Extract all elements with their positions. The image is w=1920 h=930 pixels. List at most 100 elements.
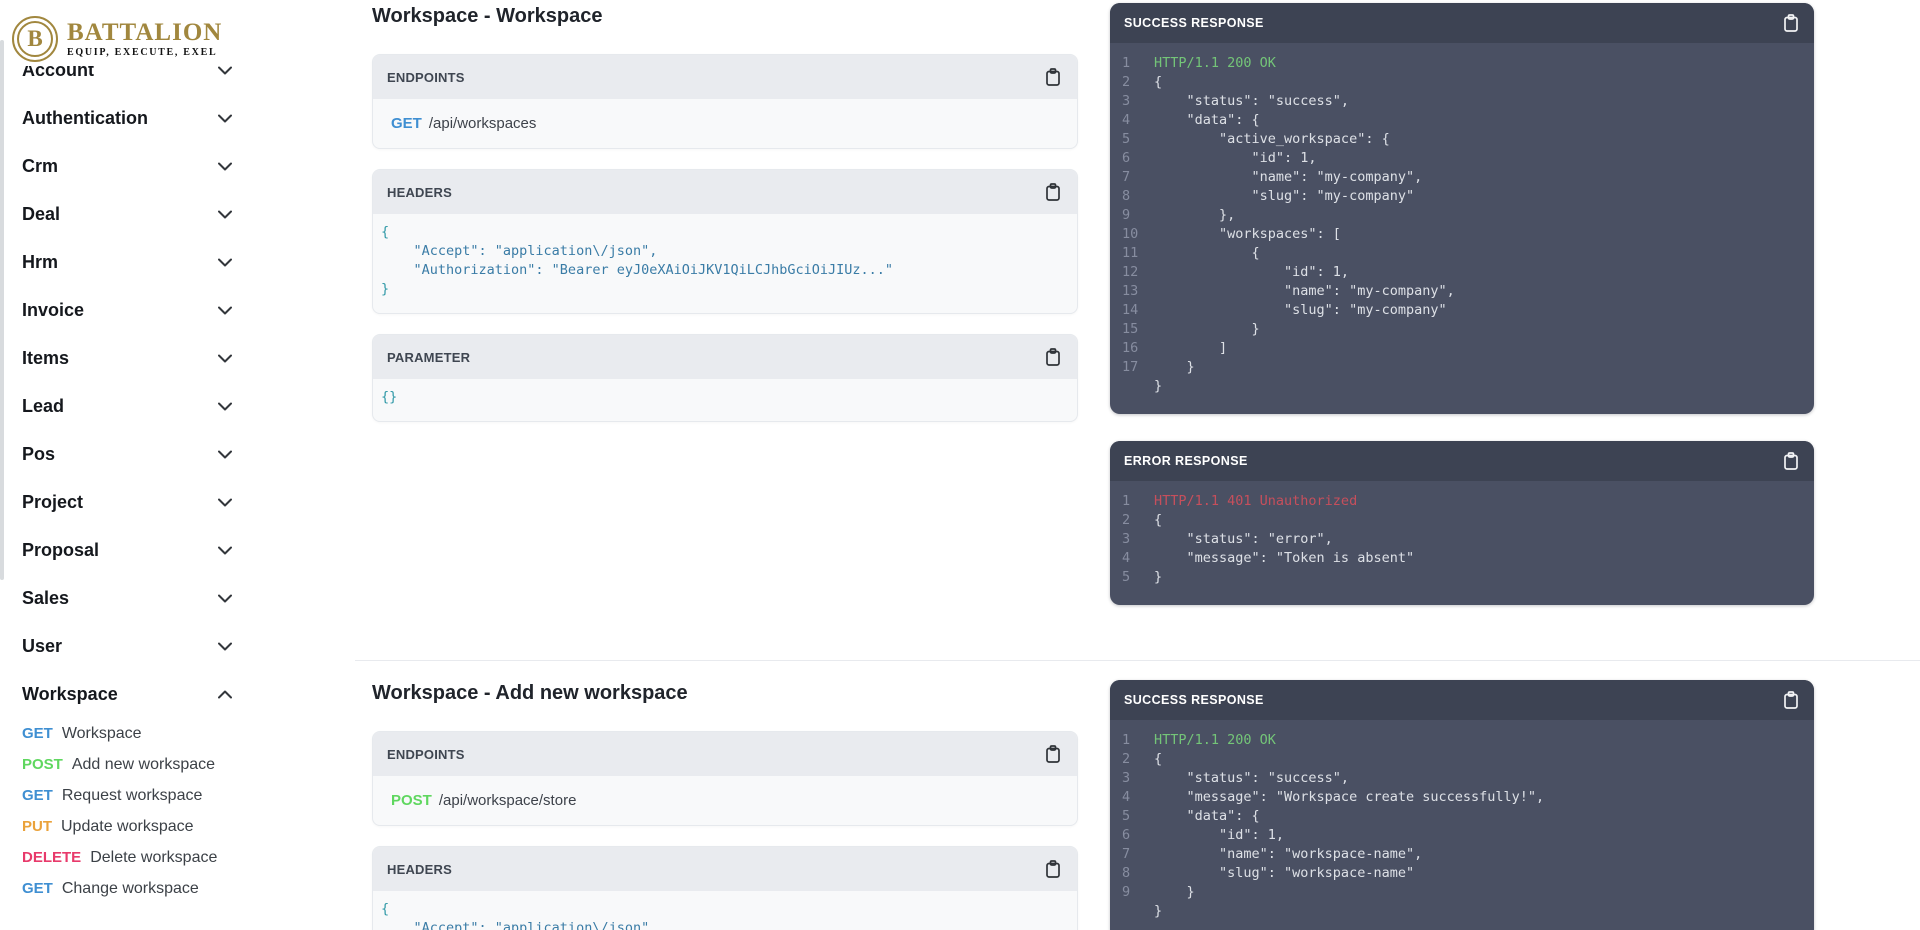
line-number: 2 (1122, 750, 1154, 769)
brand-tagline: EQUIP, EXECUTE, EXEL (67, 47, 222, 58)
line-number: 9 (1122, 883, 1154, 902)
sidebar-category[interactable]: User (0, 622, 252, 670)
sidebar-category[interactable]: Workspace (0, 670, 252, 718)
code-line: 4 "message": "Token is absent" (1122, 549, 1800, 568)
sidebar-category-label: Sales (22, 588, 69, 609)
brand-name: BATTALION (67, 20, 222, 46)
sidebar-category[interactable]: Pos (0, 430, 252, 478)
sidebar-category[interactable]: Deal (0, 190, 252, 238)
sidebar-endpoint-item[interactable]: POST Add new workspace (0, 749, 252, 780)
chevron-down-icon (218, 546, 232, 555)
code-line: 8 "slug": "my-company" (1122, 187, 1800, 206)
code-line: 6 "id": 1, (1122, 826, 1800, 845)
code-line: 13 "name": "my-company", (1122, 282, 1800, 301)
chevron-up-icon (218, 690, 232, 699)
app-logo[interactable]: B BATTALION EQUIP, EXECUTE, EXEL (0, 0, 252, 66)
copy-button[interactable] (1045, 348, 1061, 366)
clipboard-icon (1045, 860, 1061, 878)
copy-button[interactable] (1045, 745, 1061, 763)
code-text: "message": "Token is absent" (1154, 549, 1414, 568)
sidebar-category[interactable]: Items (0, 334, 252, 382)
sidebar-category-label: Pos (22, 444, 55, 465)
code-text: "message": "Workspace create successfull… (1154, 788, 1544, 807)
line-number: 11 (1122, 244, 1154, 263)
logo-badge-icon: B (12, 16, 58, 62)
sidebar-category[interactable]: Crm (0, 142, 252, 190)
card-body: POST/api/workspace/store (373, 776, 1077, 825)
code-line: { (381, 900, 1067, 919)
code-text: "name": "my-company", (1154, 282, 1455, 301)
sidebar-category[interactable]: Hrm (0, 238, 252, 286)
line-number: 4 (1122, 788, 1154, 807)
copy-button[interactable] (1783, 14, 1799, 32)
line-number: 7 (1122, 845, 1154, 864)
doc-card: ENDPOINTS GET/api/workspaces (372, 54, 1078, 149)
code-line: {} (381, 388, 1067, 407)
http-method-badge: PUT (22, 818, 52, 835)
chevron-down-icon (218, 402, 232, 411)
code-line: 2{ (1122, 73, 1800, 92)
sidebar-endpoint-item[interactable]: PUT Update workspace (0, 811, 252, 842)
code-text: "name": "workspace-name", (1154, 845, 1422, 864)
sidebar-scrollbar[interactable] (0, 40, 4, 580)
line-number: 10 (1122, 225, 1154, 244)
sidebar-endpoint-item[interactable]: GET Request workspace (0, 780, 252, 811)
sidebar-category[interactable]: Sales (0, 574, 252, 622)
sidebar-endpoint-item[interactable]: GET Change workspace (0, 873, 252, 904)
line-number: 1 (1122, 54, 1154, 73)
sidebar-category-label: Hrm (22, 252, 58, 273)
card-title: ENDPOINTS (387, 70, 465, 85)
copy-button[interactable] (1783, 691, 1799, 709)
code-text: { (1154, 244, 1260, 263)
sidebar-category[interactable]: Invoice (0, 286, 252, 334)
code-text: } (1154, 902, 1162, 921)
chevron-down-icon (218, 594, 232, 603)
response-code: 1HTTP/1.1 200 OK2{3 "status": "success",… (1110, 720, 1814, 930)
http-method-badge: POST (22, 756, 63, 773)
sidebar-category[interactable]: Authentication (0, 94, 252, 142)
chevron-down-icon (218, 354, 232, 363)
clipboard-icon (1783, 691, 1799, 709)
sidebar-category-label: Deal (22, 204, 60, 225)
section-title: Workspace - Workspace (372, 0, 1078, 30)
code-text: "name": "my-company", (1154, 168, 1422, 187)
copy-button[interactable] (1045, 860, 1061, 878)
sidebar-category[interactable]: Lead (0, 382, 252, 430)
code-text: { (1154, 750, 1162, 769)
line-number: 6 (1122, 149, 1154, 168)
line-number: 7 (1122, 168, 1154, 187)
line-number: 2 (1122, 511, 1154, 530)
code-text: HTTP/1.1 401 Unauthorized (1154, 492, 1357, 511)
sidebar-category[interactable]: Proposal (0, 526, 252, 574)
doc-sections: Workspace - Workspace ENDPOINTS GET/api/… (355, 0, 1920, 930)
sidebar-category-label: Items (22, 348, 69, 369)
copy-button[interactable] (1783, 452, 1799, 470)
code-line: } (381, 280, 1067, 299)
response-title: ERROR RESPONSE (1124, 454, 1248, 468)
card-body: { "Accept": "application\/json", "Author… (373, 891, 1077, 930)
section-columns: Workspace - Workspace ENDPOINTS GET/api/… (355, 0, 1920, 632)
section-title: Workspace - Add new workspace (372, 677, 1078, 707)
code-text: "slug": "workspace-name" (1154, 864, 1414, 883)
logo-badge-letter: B (27, 26, 42, 52)
chevron-down-icon (218, 210, 232, 219)
response-code: 1HTTP/1.1 401 Unauthorized2{3 "status": … (1110, 481, 1814, 605)
response-title: SUCCESS RESPONSE (1124, 693, 1264, 707)
http-method-badge: DELETE (22, 849, 81, 866)
line-number: 12 (1122, 263, 1154, 282)
copy-button[interactable] (1045, 183, 1061, 201)
chevron-down-icon (218, 114, 232, 123)
code-text: "data": { (1154, 111, 1260, 130)
copy-button[interactable] (1045, 68, 1061, 86)
sidebar-category[interactable]: Project (0, 478, 252, 526)
sidebar-category-label: Workspace (22, 684, 118, 705)
code-line: 3 "status": "error", (1122, 530, 1800, 549)
line-number: 5 (1122, 130, 1154, 149)
line-number: 1 (1122, 731, 1154, 750)
clipboard-icon (1045, 745, 1061, 763)
sidebar-endpoint-item[interactable]: DELETE Delete workspace (0, 842, 252, 873)
code-text: } (1154, 320, 1260, 339)
code-text: "id": 1, (1154, 826, 1284, 845)
sidebar-endpoint-item[interactable]: GET Workspace (0, 718, 252, 749)
code-text: { (1154, 511, 1162, 530)
